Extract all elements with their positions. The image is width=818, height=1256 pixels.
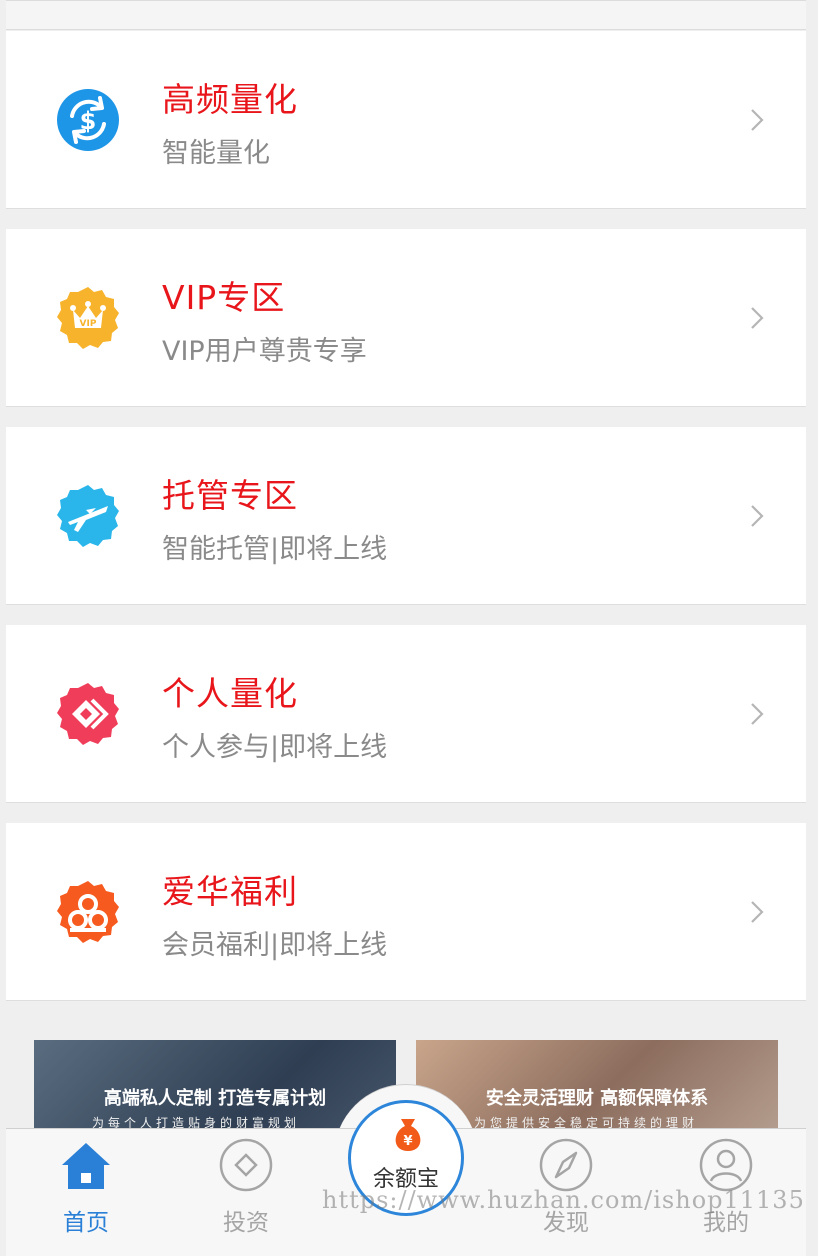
card-custody-zone[interactable]: 托管专区 智能托管|即将上线 xyxy=(6,427,806,605)
page: $ 高频量化 智能量化 VIP VIP专区 VIP用户尊贵专享 托管专区 智能托… xyxy=(6,0,806,1256)
card-subtitle: VIP用户尊贵专享 xyxy=(162,336,367,367)
card-subtitle: 个人参与|即将上线 xyxy=(162,732,388,763)
card-title: 个人量化 xyxy=(162,674,298,713)
user-icon xyxy=(699,1138,753,1192)
card-title: VIP专区 xyxy=(162,278,286,317)
card-title: 爱华福利 xyxy=(162,872,298,911)
watermark-text: https://www.huzhan.com/ishop11135 xyxy=(322,1186,805,1214)
tab-home[interactable]: 首页 xyxy=(6,1129,166,1256)
banner-title: 高端私人定制 打造专属计划 xyxy=(103,1088,327,1109)
chevron-right-icon xyxy=(751,703,764,725)
card-vip-zone[interactable]: VIP VIP专区 VIP用户尊贵专享 xyxy=(6,229,806,407)
chevron-right-icon xyxy=(751,505,764,527)
chevron-right-icon xyxy=(751,109,764,131)
tab-invest[interactable]: 投资 xyxy=(166,1129,326,1256)
tab-label: 投资 xyxy=(223,1210,269,1236)
card-high-frequency-quant[interactable]: $ 高频量化 智能量化 xyxy=(6,31,806,209)
compass-icon xyxy=(539,1138,593,1192)
banner-title: 安全灵活理财 高额保障体系 xyxy=(485,1088,709,1109)
vip-crown-icon: VIP xyxy=(57,287,119,349)
card-subtitle: 会员福利|即将上线 xyxy=(162,930,388,961)
dollar-exchange-icon: $ xyxy=(57,89,119,151)
diamond-circle-icon xyxy=(219,1138,273,1192)
svg-text:VIP: VIP xyxy=(80,319,97,329)
card-title: 高频量化 xyxy=(162,80,298,119)
flower-icon xyxy=(57,881,119,943)
card-aihua-welfare[interactable]: 爱华福利 会员福利|即将上线 xyxy=(6,823,806,1001)
card-title: 托管专区 xyxy=(162,476,298,515)
chevron-right-icon xyxy=(751,901,764,923)
chevron-right-icon xyxy=(751,307,764,329)
tab-label: 首页 xyxy=(63,1210,109,1236)
top-strip xyxy=(6,0,806,30)
card-subtitle: 智能量化 xyxy=(162,138,270,169)
svg-text:$: $ xyxy=(80,107,97,135)
home-icon xyxy=(62,1143,110,1189)
svg-text:¥: ¥ xyxy=(403,1134,412,1149)
airplane-icon xyxy=(57,485,119,547)
card-personal-quant[interactable]: 个人量化 个人参与|即将上线 xyxy=(6,625,806,803)
card-subtitle: 智能托管|即将上线 xyxy=(162,534,388,565)
arrow-diamond-icon xyxy=(57,683,119,745)
money-bag-icon: ¥ xyxy=(395,1119,421,1151)
